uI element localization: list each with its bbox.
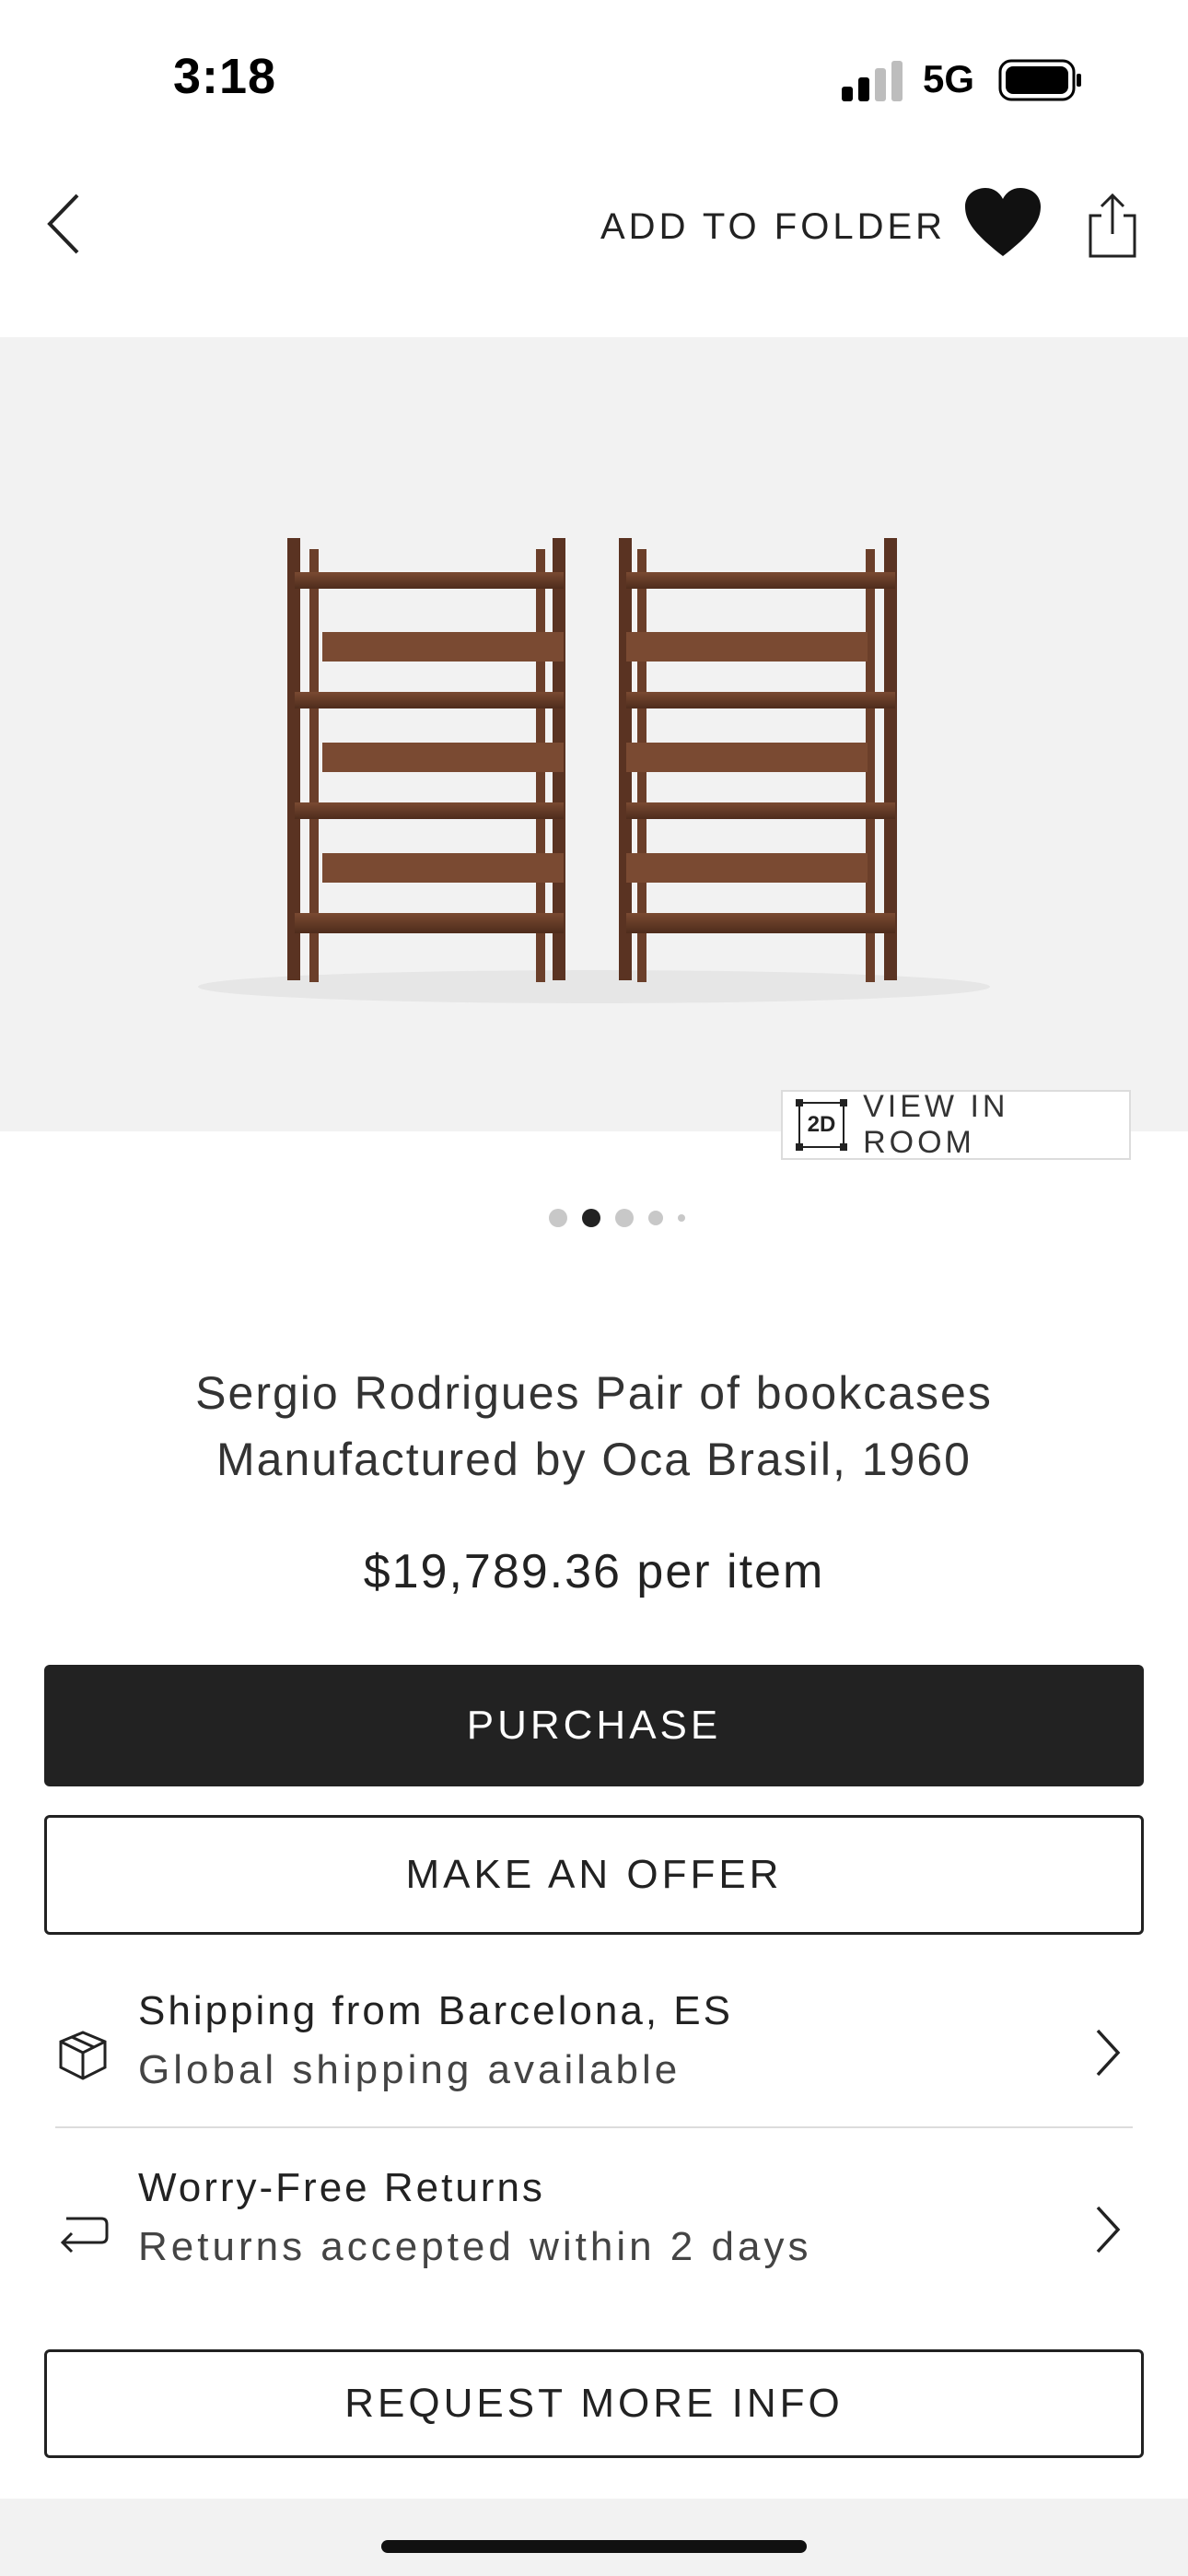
returns-title: Worry-Free Returns [138,2165,545,2210]
returns-info-row[interactable]: Worry-Free Returns Returns accepted with… [55,2158,1133,2296]
returns-subtitle: Returns accepted within 2 days [138,2224,812,2269]
view-in-room-label: VIEW IN ROOM [863,1089,1009,1160]
home-indicator[interactable] [381,2540,807,2553]
product-price: $19,789.36 per item [363,1545,825,1598]
carousel-indicator[interactable] [549,1209,685,1227]
carousel-dot[interactable] [678,1214,685,1222]
carousel-dot[interactable] [615,1209,634,1227]
network-type: 5G [923,57,975,100]
purchase-button[interactable]: PURCHASE [44,1665,1144,1786]
product-title-line2: Manufactured by Oca Brasil, 1960 [216,1434,972,1485]
battery-icon [998,59,1081,101]
view-in-room-2d-icon: 2D [796,1099,847,1151]
return-arrow-icon [60,2217,109,2254]
back-chevron-icon[interactable] [41,190,96,258]
carousel-dot[interactable] [648,1211,663,1225]
carousel-dot[interactable] [582,1209,600,1227]
shipping-subtitle: Global shipping available [138,2047,681,2092]
view-in-room-button[interactable]: 2D VIEW IN ROOM [781,1089,1131,1160]
share-icon[interactable] [1087,192,1138,258]
product-title-line1: Sergio Rodrigues Pair of bookcases [195,1367,993,1419]
box-icon [59,2031,107,2080]
bookcases-illustration [198,538,990,1003]
product-image[interactable] [0,337,1188,1131]
bottom-bar [0,2499,1188,2576]
make-offer-button[interactable]: MAKE AN OFFER [44,1815,1144,1935]
divider [55,2126,1133,2128]
shipping-title: Shipping from Barcelona, ES [138,1988,733,2033]
shipping-info-row[interactable]: Shipping from Barcelona, ES Global shipp… [55,1981,1133,2119]
view-in-room-badge-text: 2D [807,1112,836,1137]
chevron-right-icon [1096,2206,1121,2254]
chevron-right-icon [1096,2029,1121,2077]
cellular-signal-icon [842,61,903,101]
request-more-info-button[interactable]: REQUEST MORE INFO [44,2349,1144,2458]
add-to-folder-button[interactable]: ADD TO FOLDER [600,206,946,248]
heart-icon[interactable] [965,188,1041,260]
product-title: Sergio Rodrigues Pair of bookcases Manuf… [0,1360,1188,1493]
status-time: 3:18 [173,49,277,104]
carousel-dot[interactable] [549,1209,567,1227]
